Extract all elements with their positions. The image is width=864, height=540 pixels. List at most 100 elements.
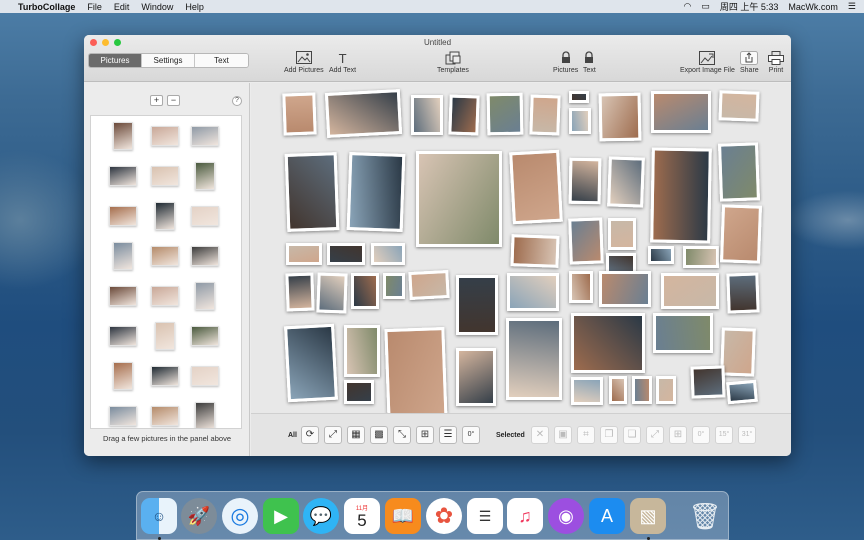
- control-center-icon[interactable]: ☰: [848, 1, 856, 12]
- finder-icon[interactable]: ☺: [141, 498, 177, 534]
- collage-photo[interactable]: [569, 108, 591, 134]
- collage-photo[interactable]: [324, 89, 403, 138]
- collage-photo[interactable]: [648, 246, 674, 264]
- help-button[interactable]: ?: [232, 96, 242, 106]
- collage-photo[interactable]: [344, 380, 374, 404]
- export-image-button[interactable]: Export Image File: [680, 51, 735, 74]
- collage-photo[interactable]: [569, 271, 593, 303]
- collage-photo[interactable]: [607, 156, 645, 208]
- collage-photo[interactable]: [509, 149, 563, 225]
- collage-photo[interactable]: [344, 325, 380, 377]
- replace-image-button[interactable]: ▣: [554, 426, 572, 444]
- picture-thumbnail[interactable]: [113, 242, 133, 270]
- print-button[interactable]: Print: [768, 51, 784, 74]
- collage-photo[interactable]: [656, 376, 676, 404]
- lock-text-button[interactable]: Text: [583, 51, 596, 74]
- picture-list[interactable]: [90, 115, 242, 429]
- picture-thumbnail[interactable]: [155, 202, 175, 230]
- tab-settings[interactable]: Settings: [142, 54, 195, 67]
- collage-photo[interactable]: [316, 272, 348, 314]
- picture-thumbnail[interactable]: [109, 286, 137, 306]
- wifi-icon[interactable]: ◠: [684, 1, 692, 12]
- app-menu[interactable]: TurboCollage: [18, 2, 75, 12]
- collage-photo[interactable]: [456, 275, 498, 335]
- add-picture-button[interactable]: +: [150, 95, 163, 106]
- picture-thumbnail[interactable]: [191, 206, 219, 226]
- collage-photo[interactable]: [408, 269, 450, 301]
- picture-thumbnail[interactable]: [191, 326, 219, 346]
- collage-photo[interactable]: [726, 379, 758, 405]
- fit-all-button[interactable]: ⤢: [324, 426, 342, 444]
- reminders-icon[interactable]: ☰: [467, 498, 503, 534]
- remove-selected-button[interactable]: ✕: [531, 426, 549, 444]
- picture-thumbnail[interactable]: [109, 406, 137, 426]
- collage-photo[interactable]: [653, 313, 713, 353]
- collage-photo[interactable]: [661, 273, 719, 309]
- collage-photo[interactable]: [383, 273, 405, 299]
- align-button[interactable]: ☰: [439, 426, 457, 444]
- collage-photo[interactable]: [507, 273, 559, 311]
- collage-photo[interactable]: [650, 147, 712, 244]
- photos-icon[interactable]: ✿: [426, 498, 462, 534]
- center-button[interactable]: ⊞: [416, 426, 434, 444]
- collage-photo[interactable]: [690, 365, 726, 399]
- picture-thumbnail[interactable]: [113, 122, 133, 150]
- collage-photo[interactable]: [448, 94, 480, 136]
- podcasts-icon[interactable]: ◉: [548, 498, 584, 534]
- collage-photo[interactable]: [282, 92, 317, 136]
- shuffle-button[interactable]: ⟳: [301, 426, 319, 444]
- menu-edit[interactable]: Edit: [114, 2, 130, 12]
- collage-photo[interactable]: [599, 271, 651, 307]
- collage-photo[interactable]: [568, 217, 604, 265]
- picture-thumbnail[interactable]: [113, 362, 133, 390]
- collage-photo[interactable]: [608, 218, 636, 250]
- turbocollage-icon[interactable]: ▧: [630, 498, 666, 534]
- mosaic-button[interactable]: ▩: [370, 426, 388, 444]
- collage-photo[interactable]: [718, 142, 760, 202]
- books-icon[interactable]: 📖: [385, 498, 421, 534]
- add-pictures-button[interactable]: Add Pictures: [284, 51, 324, 74]
- menu-file[interactable]: File: [87, 2, 102, 12]
- collage-photo[interactable]: [284, 323, 338, 403]
- collage-photo[interactable]: [569, 91, 589, 103]
- rotate-15-button[interactable]: 15°: [715, 426, 733, 444]
- collage-photo[interactable]: [651, 91, 711, 133]
- rotate-selected-0-button[interactable]: 0°: [692, 426, 710, 444]
- bring-front-button[interactable]: ❐: [600, 426, 618, 444]
- templates-button[interactable]: Templates: [437, 51, 469, 74]
- launchpad-icon[interactable]: 🚀: [181, 498, 217, 534]
- display-icon[interactable]: ▭: [701, 1, 710, 12]
- send-back-button[interactable]: ❏: [623, 426, 641, 444]
- picture-thumbnail[interactable]: [109, 166, 137, 186]
- picture-thumbnail[interactable]: [151, 286, 179, 306]
- collage-photo[interactable]: [571, 313, 645, 373]
- collage-photo[interactable]: [327, 243, 365, 265]
- picture-thumbnail[interactable]: [195, 162, 215, 190]
- collage-photo[interactable]: [510, 234, 560, 268]
- trash-icon[interactable]: 🗑: [687, 498, 723, 534]
- picture-thumbnail[interactable]: [151, 366, 179, 386]
- collage-photo[interactable]: [285, 272, 315, 312]
- picture-thumbnail[interactable]: [151, 246, 179, 266]
- collage-photo[interactable]: [609, 376, 627, 404]
- picture-thumbnail[interactable]: [191, 246, 219, 266]
- add-text-button[interactable]: T Add Text: [329, 51, 356, 74]
- picture-thumbnail[interactable]: [151, 406, 179, 426]
- collage-photo[interactable]: [371, 243, 405, 265]
- collage-photo[interactable]: [529, 94, 561, 136]
- collage-canvas[interactable]: [251, 83, 791, 425]
- lock-pictures-button[interactable]: Pictures: [553, 51, 578, 74]
- picture-thumbnail[interactable]: [195, 282, 215, 310]
- picture-thumbnail[interactable]: [155, 322, 175, 350]
- shrink-all-button[interactable]: ⤡: [393, 426, 411, 444]
- collage-photo[interactable]: [411, 95, 443, 135]
- fit-selected-button[interactable]: ⤢: [646, 426, 664, 444]
- collage-photo[interactable]: [568, 157, 602, 205]
- collage-photo[interactable]: [571, 377, 603, 405]
- calendar-icon[interactable]: 11月 5: [344, 498, 380, 534]
- picture-thumbnail[interactable]: [195, 402, 215, 428]
- safari-icon[interactable]: ◎: [222, 498, 258, 534]
- picture-thumbnail[interactable]: [109, 206, 137, 226]
- center-selected-button[interactable]: ⊞: [669, 426, 687, 444]
- picture-thumbnail[interactable]: [109, 326, 137, 346]
